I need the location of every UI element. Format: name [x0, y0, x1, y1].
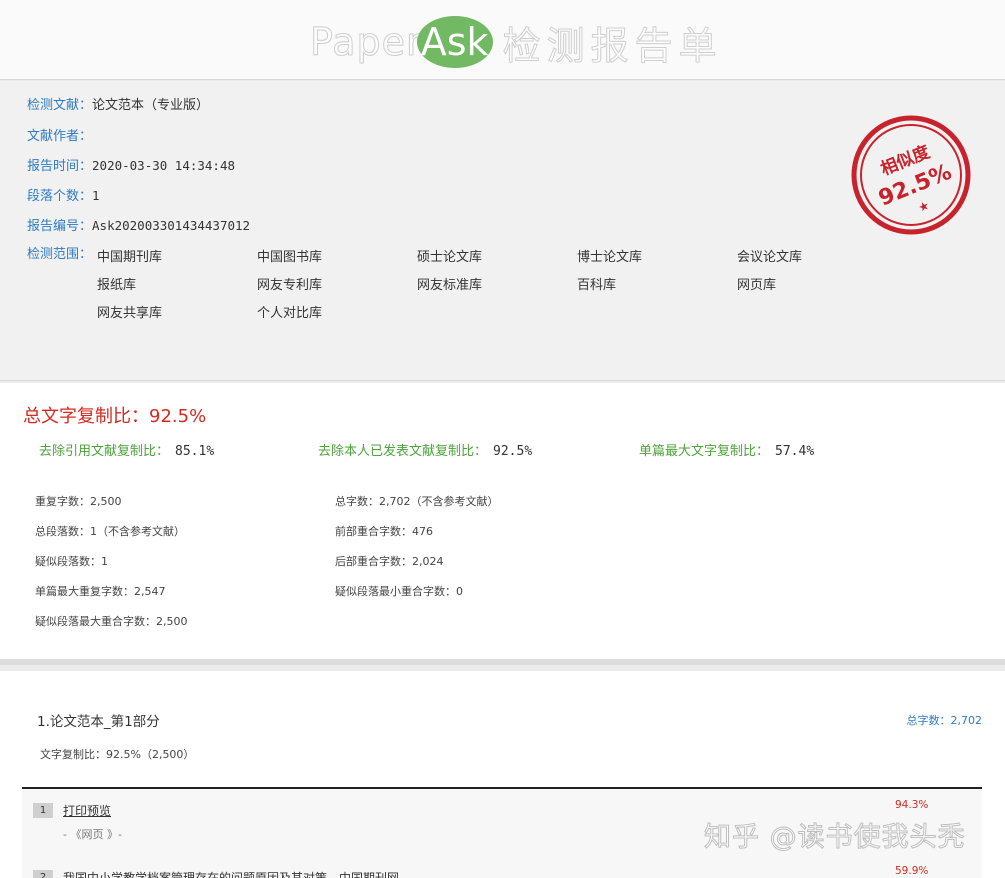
stat-item: 总字数：2,702（不含参考文献） [335, 495, 499, 508]
result-percent: 59.9% [895, 865, 929, 877]
report-title: 检测报告单 [502, 23, 723, 68]
stamp-star-icon: ★ [916, 198, 931, 215]
report-time-label: 报告时间： [27, 159, 93, 174]
stat-item: 总段落数：1（不含参考文献） [35, 525, 185, 538]
scope-item: 中国图书库 [257, 250, 323, 265]
report-number-label: 报告编号： [27, 219, 93, 234]
stat-item: 疑似段落最大重合字数：2,500 [35, 615, 188, 628]
scope-item: 网友标准库 [417, 278, 483, 293]
paragraph-count-value: 1 [92, 188, 100, 203]
part-copy-ratio: 文字复制比：92.5%（2,500） [40, 748, 195, 761]
result-index: 1 [33, 803, 53, 818]
part-title: 1.论文范本_第1部分 [37, 714, 160, 730]
stat-item: 后部重合字数：2,024 [335, 555, 444, 568]
excl-citation-label: 去除引用文献复制比： [39, 444, 170, 459]
scope-item: 中国期刊库 [97, 250, 163, 265]
document-row: 检测文献：论文范本（专业版） [27, 97, 209, 115]
scope-item: 网页库 [737, 278, 777, 293]
paperask-logo: Paper Ask 检测报告单 [310, 14, 723, 70]
single-max-label: 单篇最大文字复制比： [639, 444, 770, 459]
scope-item: 报纸库 [97, 278, 137, 293]
similarity-stamp-icon: 相似度 92.5% ★ [851, 115, 971, 235]
document-value: 论文范本（专业版） [92, 98, 210, 113]
scope-item: 网友共享库 [97, 306, 163, 321]
report-time-row: 报告时间：2020-03-30 14:34:48 [27, 157, 235, 176]
report-header: Paper Ask 检测报告单 [0, 0, 1005, 80]
total-copy-ratio: 总文字复制比：92.5% [23, 406, 207, 427]
author-row: 文献作者： [27, 127, 92, 146]
logo-ask-text: Ask [420, 20, 489, 64]
single-max-value: 57.4% [775, 444, 815, 459]
watermark-text: 知乎 @读书使我头秃 [704, 822, 966, 854]
excl-citation-value: 85.1% [175, 444, 215, 459]
excl-self-label: 去除本人已发表文献复制比： [318, 444, 488, 459]
report-number-value: Ask202003301434437012 [92, 218, 251, 233]
scope-item: 百科库 [577, 278, 617, 293]
excl-self-value: 92.5% [493, 444, 533, 459]
author-label: 文献作者： [27, 129, 93, 144]
stat-item: 单篇最大重复字数：2,547 [35, 585, 166, 598]
scope-item: 博士论文库 [577, 250, 643, 265]
excl-citation-ratio: 去除引用文献复制比： 85.1% [39, 440, 214, 459]
scope-label: 检测范围： [27, 247, 93, 262]
paragraph-count-label: 段落个数： [27, 189, 93, 204]
report-number-row: 报告编号：Ask202003301434437012 [27, 217, 250, 236]
summary-section: 总文字复制比：92.5% 去除引用文献复制比： 85.1% 去除本人已发表文献复制… [0, 383, 1005, 665]
scope-item: 网友专利库 [257, 278, 323, 293]
scope-item: 硕士论文库 [417, 250, 483, 265]
paragraph-count-row: 段落个数：1 [27, 187, 100, 206]
stat-item: 前部重合字数：476 [335, 525, 433, 538]
stat-item: 疑似段落最小重合字数：0 [335, 585, 463, 598]
scope-item: 个人对比库 [257, 306, 323, 321]
logo-paper-text: Paper [310, 20, 423, 65]
logo-ask-badge: Ask [416, 16, 493, 68]
result-percent: 94.3% [895, 799, 929, 811]
excl-self-ratio: 去除本人已发表文献复制比： 92.5% [318, 440, 532, 459]
single-max-ratio: 单篇最大文字复制比： 57.4% [639, 440, 814, 459]
stat-item: 疑似段落数：1 [35, 555, 108, 568]
document-label: 检测文献： [27, 98, 93, 113]
stat-item: 重复字数：2,500 [35, 495, 122, 508]
result-title-link[interactable]: 我国中小学教学档案管理存在的问题原因及其对策—中国期刊网 [63, 869, 399, 878]
result-index: 2 [33, 870, 53, 878]
scope-row: 检测范围： [27, 246, 92, 264]
report-time-value: 2020-03-30 14:34:48 [92, 158, 236, 173]
result-title-link[interactable]: 打印预览 [63, 802, 111, 819]
part-total-words: 总字数：2,702 [906, 714, 983, 727]
scope-item: 会议论文库 [737, 250, 803, 265]
result-source: - 《网页 》- [63, 828, 122, 841]
